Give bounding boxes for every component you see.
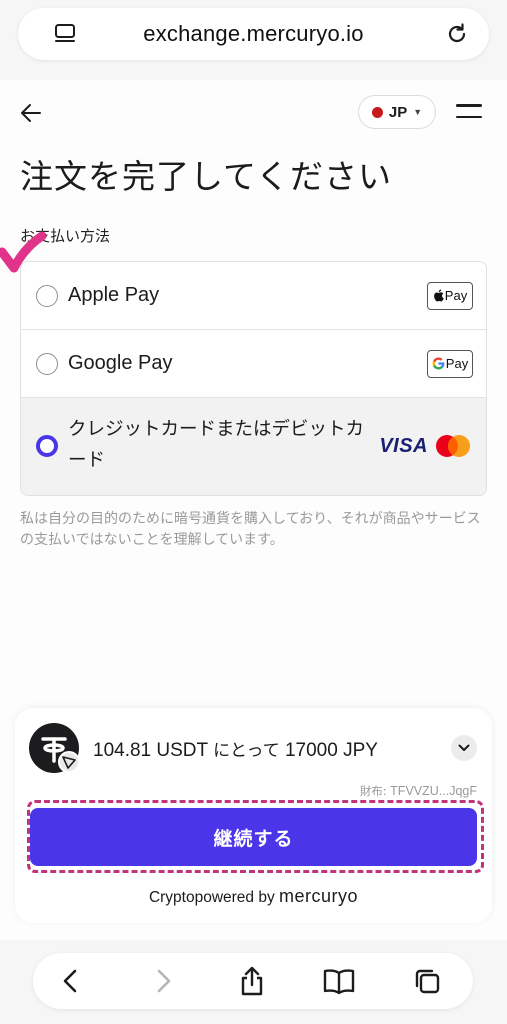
share-icon[interactable] (237, 965, 267, 997)
radio-button[interactable] (36, 284, 58, 307)
browser-back-icon[interactable] (57, 967, 85, 995)
tron-network-icon (58, 751, 80, 773)
radio-button[interactable] (36, 352, 58, 375)
payment-option-label: クレジットカードまたはデビットカード (68, 419, 365, 471)
powered-by-text: Cryptopowered by (148, 889, 275, 906)
wallet-label: 財布: (359, 784, 387, 798)
browser-address-area: exchange.mercuryo.io (0, 0, 507, 80)
page-title: 注文を完了してください (20, 157, 393, 196)
payment-option-card[interactable]: クレジットカードまたはデビットカード VISA (21, 398, 486, 495)
expand-details-button[interactable] (451, 735, 477, 761)
radio-button-selected[interactable] (36, 435, 58, 457)
address-bar[interactable]: exchange.mercuryo.io (18, 8, 489, 60)
payment-option-apple-pay[interactable]: Apple Pay Pay (21, 262, 486, 330)
payment-option-google-pay[interactable]: Google Pay Pay (21, 330, 486, 398)
tabs-icon[interactable] (413, 967, 441, 995)
chevron-down-icon (458, 744, 470, 751)
crypto-amount: 104.81 USDT (93, 740, 208, 761)
visa-logo: VISA (379, 435, 428, 457)
order-amount: 104.81 USDT にとって 17000 JPY (93, 736, 378, 762)
payment-option-label: Google Pay (68, 352, 173, 374)
checkout-page: JP ▼ 注文を完了してください お支払い方法 Apple Pay Pay Go… (0, 80, 507, 940)
google-pay-badge-text: Pay (445, 356, 469, 371)
tabs-list-icon[interactable] (54, 23, 76, 45)
checkmark-annotation-icon (0, 231, 47, 273)
order-summary-card: 104.81 USDT にとって 17000 JPY 財布: TFVVZU...… (15, 708, 492, 923)
chevron-down-icon: ▼ (413, 107, 423, 117)
japan-flag-icon (371, 106, 383, 118)
powered-by: Cryptopowered by mercuryo (15, 886, 492, 907)
for-text: にとって (213, 741, 280, 761)
payment-option-label: Apple Pay (68, 284, 160, 306)
url-text[interactable]: exchange.mercuryo.io (143, 21, 363, 47)
browser-toolbar-area (0, 940, 507, 1024)
back-arrow-icon[interactable] (20, 102, 42, 124)
continue-button[interactable]: 継続する (30, 808, 477, 866)
language-selector[interactable]: JP ▼ (358, 95, 436, 129)
mastercard-logo-icon (436, 435, 470, 457)
reload-icon[interactable] (445, 22, 469, 46)
google-logo-icon (432, 357, 445, 370)
language-code: JP (388, 103, 408, 121)
bookmarks-icon[interactable] (322, 967, 356, 995)
mercuryo-logo: mercuryo (279, 886, 359, 906)
apple-pay-badge: Pay (427, 281, 473, 310)
apple-logo-icon (433, 289, 444, 302)
hamburger-menu-icon[interactable] (456, 104, 482, 120)
payment-methods-list: Apple Pay Pay Google Pay Pay クレジットカードまたは… (20, 261, 487, 496)
google-pay-badge: Pay (427, 349, 473, 378)
wallet-address: 財布: TFVVZU...JqgF (360, 783, 477, 799)
apple-pay-badge-text: Pay (444, 288, 468, 303)
wallet-address-value: TFVVZU...JqgF (390, 784, 477, 798)
browser-forward-icon[interactable] (149, 967, 177, 995)
fiat-price: 17000 JPY (284, 740, 378, 761)
disclaimer-text: 私は自分の目的のために暗号通貨を購入しており、それが商品やサービスの支払いではな… (20, 511, 481, 548)
browser-toolbar (33, 953, 473, 1009)
